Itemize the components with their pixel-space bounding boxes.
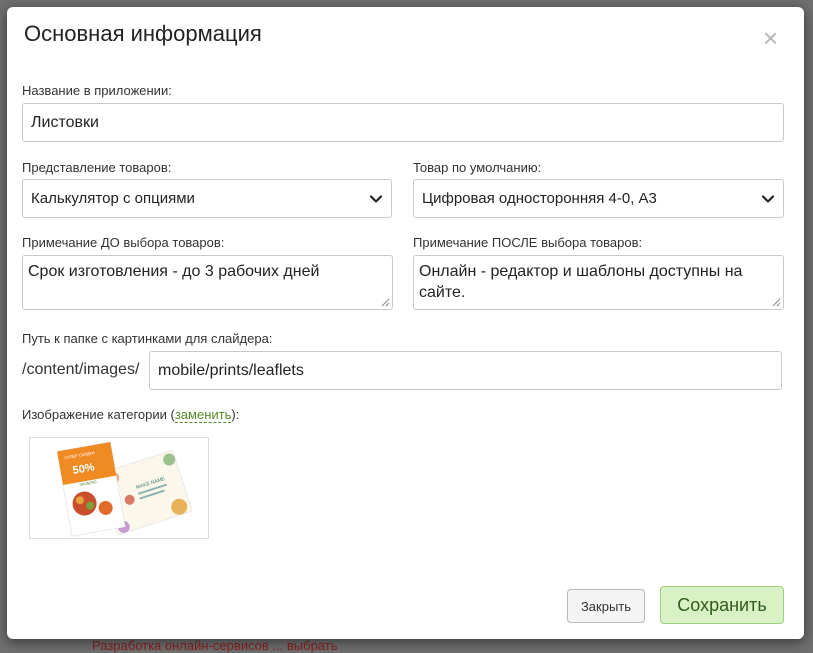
note-before-label: Примечание ДО выбора товаров:	[22, 235, 225, 250]
dialog-title: Основная информация	[24, 21, 262, 46]
product-view-select[interactable]: Калькулятор с опциями	[22, 179, 392, 218]
resize-handle-icon[interactable]	[772, 298, 781, 307]
default-product-select[interactable]: Цифровая односторонняя 4-0, А3	[413, 179, 784, 218]
product-view-value: Калькулятор с опциями	[31, 190, 195, 207]
category-image-thumbnail: MAKE NAME СУПЕР СКИДКИ 50% ЭКОБЛЮ	[29, 437, 209, 539]
slider-path-prefix: /content/images/	[22, 361, 140, 378]
default-product-value: Цифровая односторонняя 4-0, А3	[422, 190, 657, 207]
app-name-label: Название в приложении:	[22, 83, 172, 98]
close-button[interactable]: Закрыть	[567, 589, 645, 623]
note-after-label: Примечание ПОСЛЕ выбора товаров:	[413, 235, 643, 250]
note-before-textarea[interactable]: Срок изготовления - до 3 рабочих дней	[22, 255, 393, 310]
backdrop-text: Разработка онлайн-сервисов ... выбрать	[92, 638, 338, 653]
note-before-value: Срок изготовления - до 3 рабочих дней	[28, 263, 320, 280]
slider-path-input[interactable]: mobile/prints/leaflets	[149, 351, 782, 390]
note-after-textarea[interactable]: Онлайн - редактор и шаблоны доступны на …	[413, 255, 784, 310]
save-button[interactable]: Сохранить	[660, 586, 784, 624]
note-after-value: Онлайн - редактор и шаблоны доступны на …	[419, 263, 743, 301]
category-image-label-text: Изображение категории (	[22, 407, 175, 422]
category-image-label: Изображение категории (заменить):	[22, 407, 240, 423]
default-product-label: Товар по умолчанию:	[413, 160, 542, 175]
close-icon[interactable]: ×	[763, 25, 778, 51]
chevron-down-icon	[761, 194, 775, 203]
slider-path-label: Путь к папке с картинками для слайдера:	[22, 331, 273, 346]
chevron-down-icon	[369, 194, 383, 203]
main-info-dialog: Основная информация × Название в приложе…	[7, 7, 804, 639]
product-view-label: Представление товаров:	[22, 160, 172, 175]
leaflets-illustration: MAKE NAME СУПЕР СКИДКИ 50% ЭКОБЛЮ	[56, 441, 193, 537]
replace-image-link[interactable]: заменить	[174, 407, 232, 423]
category-image-label-end: ):	[231, 407, 240, 422]
resize-handle-icon[interactable]	[381, 298, 390, 307]
app-name-input[interactable]: Листовки	[22, 103, 784, 142]
